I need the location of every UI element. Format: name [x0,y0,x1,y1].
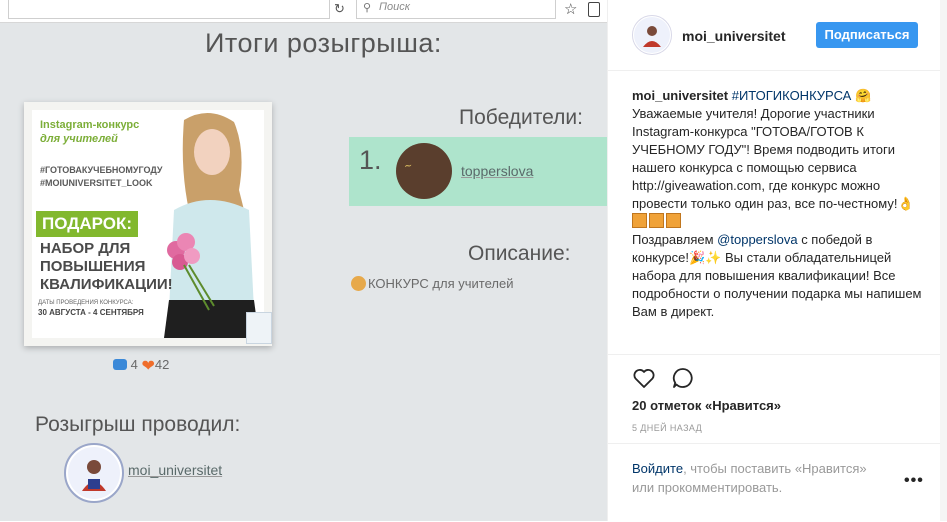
search-placeholder: Поиск [379,1,410,13]
held-by-heading: Розыгрыш проводил: [35,413,241,436]
caption-mention[interactable]: @topperslova [717,232,797,247]
follow-button[interactable]: Подписаться [816,22,918,48]
poster-dates: 30 АВГУСТА - 4 СЕНТЯБРЯ [38,308,144,317]
held-by-name: moi_universitet [128,462,223,478]
winners-heading: Победители: [459,106,583,129]
winner-avatar-script: ~ [403,160,414,173]
reload-icon[interactable]: ↻ [334,1,345,17]
winner-name: topperslova [461,163,534,179]
login-link[interactable]: Войдите [632,461,683,476]
university-avatar-icon [68,447,120,499]
caption-username[interactable]: moi_universitet [632,88,728,103]
poster-prize-line: ПОВЫШЕНИЯ [40,258,146,275]
clipboard-icon[interactable] [588,2,600,17]
description-label: КОНКУРС для учителей [368,276,514,291]
author-avatar-icon [634,17,670,53]
description-heading: Описание: [468,242,571,265]
image-comments-count: 4 [130,357,138,372]
contest-poster: Instagram-конкурс для учителей #ГОТОВАКУ… [24,102,272,346]
post-sidebar: moi_universitet Подписаться moi_universi… [607,0,941,521]
poster-hashtags: #ГОТОВАКУЧЕБНОМУГОДУ #MOIUNIVERSITET_LOO… [40,164,163,190]
comment-icon[interactable] [671,366,695,390]
poster-hashtag: #ГОТОВАКУЧЕБНОМУГОДУ [40,165,163,175]
address-bar[interactable] [8,0,330,19]
star-icon[interactable]: ☆ [564,0,577,18]
results-title: Итоги розыгрыша: [205,28,442,58]
hugging-emoji-icon: 🤗 [854,88,872,103]
poster-inner: Instagram-конкурс для учителей #ГОТОВАКУ… [32,110,272,344]
likes-count[interactable]: 20 отметок «Нравится» [632,398,781,413]
author-avatar[interactable] [632,15,672,55]
held-by-avatar [64,443,124,503]
poster-prize-line: КВАЛИФИКАЦИИ! [40,276,173,293]
scrollbar[interactable] [940,0,947,521]
gift-emoji-icons [632,213,683,231]
post-actions [608,354,941,395]
caption-paragraph-2-start: Поздравляем [632,232,718,247]
caption-hashtag[interactable]: #ИТОГИКОНКУРСА [732,88,852,103]
browser-toolbar: ↻ ⚲ Поиск ☆ [0,0,607,23]
teacher-emoji-icon [351,276,366,291]
comment-bubble-icon [113,359,127,370]
post-caption: moi_universitet #ИТОГИКОНКУРСА 🤗 Уважаем… [632,87,922,351]
poster-prize: НАБОР ДЛЯ ПОВЫШЕНИЯ КВАЛИФИКАЦИИ! [40,240,173,294]
poster-title-line1: Instagram-конкурс [40,119,140,131]
heart-icon[interactable] [632,366,656,390]
winner-entry: 1. ~ topperslova [349,137,607,206]
login-text: Войдите, чтобы поставить «Нравится» или … [632,459,892,497]
image-reactions: 4 ❤42 [113,356,169,376]
login-prompt: Войдите, чтобы поставить «Нравится» или … [608,443,941,522]
poster-hashtag: #MOIUNIVERSITET_LOOK [40,178,153,188]
poster-prize-line: НАБОР ДЛЯ [40,240,131,257]
browser-search-input[interactable]: ⚲ Поиск [356,0,556,19]
university-logo [246,312,272,344]
image-likes-count: 42 [154,357,170,372]
winner-avatar: ~ [396,143,452,199]
post-timestamp: 5 ДНЕЙ НАЗАД [632,423,703,433]
poster-girl-illustration [154,110,264,338]
search-icon: ⚲ [363,2,372,14]
poster-dates-label: ДАТЫ ПРОВЕДЕНИЯ КОНКУРСА: [38,300,134,306]
post-image: ↻ ⚲ Поиск ☆ Итоги розыгрыша: Instagram-к… [0,0,607,521]
post-header: moi_universitet Подписаться [608,0,941,71]
poster-title-line2: для учителей [40,133,118,145]
winner-number: 1. [359,145,382,175]
author-username[interactable]: moi_universitet [682,28,785,44]
description-text: КОНКУРС для учителей [351,276,513,291]
more-options-button[interactable]: ••• [904,472,924,490]
heart-icon: ❤ [141,358,155,375]
poster-gift-label: ПОДАРОК: [36,211,138,237]
caption-paragraph-1: Уважаемые учителя! Дорогие участники Ins… [632,106,914,211]
